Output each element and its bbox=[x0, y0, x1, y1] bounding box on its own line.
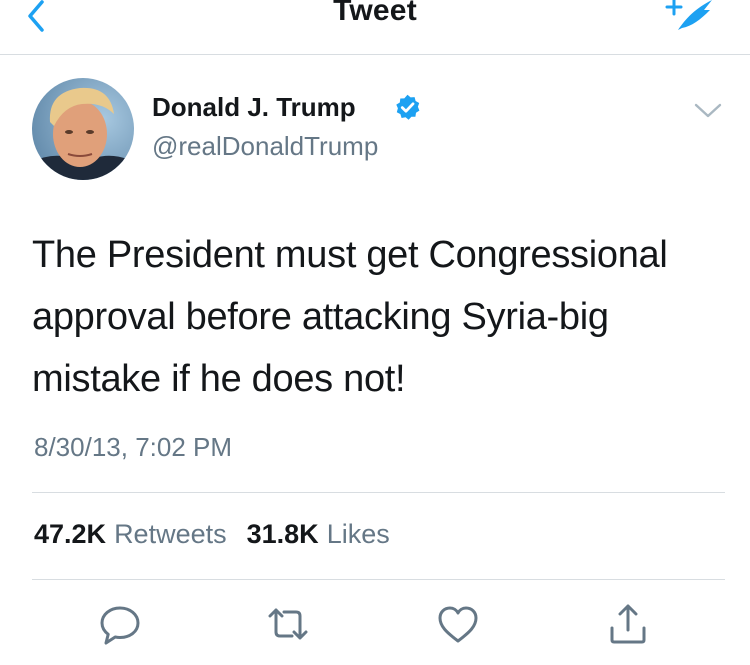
divider bbox=[32, 492, 725, 493]
tweet-timestamp: 8/30/13, 7:02 PM bbox=[34, 432, 233, 462]
reply-icon bbox=[100, 606, 140, 645]
verified-badge-icon bbox=[396, 94, 420, 120]
navigation-bar: Tweet bbox=[0, 0, 750, 55]
avatar[interactable] bbox=[32, 78, 134, 180]
tweet-text: The President must get Congressional app… bbox=[32, 234, 668, 400]
retweet-icon bbox=[268, 608, 308, 640]
share-icon bbox=[610, 604, 646, 644]
profile-photo bbox=[32, 78, 134, 180]
compose-tweet-button[interactable] bbox=[664, 0, 716, 38]
like-label[interactable]: Likes bbox=[327, 519, 390, 550]
more-options-button[interactable] bbox=[694, 102, 722, 120]
page-title: Tweet bbox=[333, 0, 417, 27]
retweet-button[interactable] bbox=[264, 600, 312, 648]
chevron-down-icon bbox=[694, 103, 722, 118]
heart-icon bbox=[438, 606, 478, 643]
reply-button[interactable] bbox=[96, 600, 144, 648]
author-name[interactable]: Donald J. Trump bbox=[152, 92, 356, 123]
compose-tweet-icon bbox=[665, 0, 712, 30]
like-count[interactable]: 31.8K bbox=[247, 519, 319, 550]
share-button[interactable] bbox=[604, 600, 652, 648]
engagement-stats: 47.2K Retweets 31.8K Likes bbox=[34, 519, 402, 550]
verified-badge bbox=[394, 94, 421, 121]
like-button[interactable] bbox=[434, 600, 482, 648]
retweet-label[interactable]: Retweets bbox=[114, 519, 227, 550]
divider bbox=[32, 579, 725, 580]
author-handle[interactable]: @realDonaldTrump bbox=[152, 131, 378, 162]
retweet-count[interactable]: 47.2K bbox=[34, 519, 106, 550]
